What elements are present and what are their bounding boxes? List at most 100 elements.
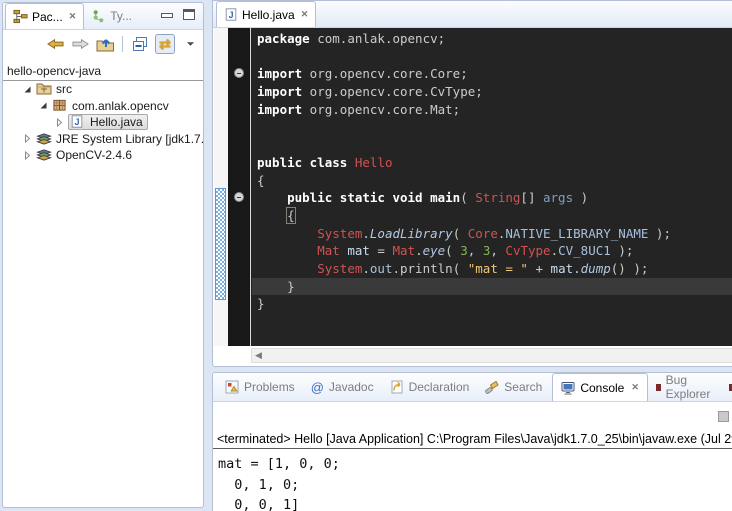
code-token: . xyxy=(362,226,370,241)
code-token: org.opencv.core.CvType; xyxy=(302,84,483,99)
package-explorer-tabbar: Pac... ✕ Ty... xyxy=(3,3,203,30)
tab-hello-java[interactable]: J Hello.java ✕ xyxy=(216,1,316,27)
code-line[interactable] xyxy=(252,48,732,66)
editor-tabbar: J Hello.java ✕ xyxy=(213,1,732,28)
code-line[interactable]: public static void main( String[] args ) xyxy=(252,189,732,207)
tree-item-opencv-2[interactable]: OpenCV-2.4.6 xyxy=(3,147,203,164)
tab-label: Pac... xyxy=(32,10,63,24)
code-line[interactable]: } xyxy=(252,278,732,296)
code-token xyxy=(257,243,317,258)
type-hierarchy-icon xyxy=(91,9,106,24)
fold-collapse-icon[interactable] xyxy=(234,68,244,78)
expand-arrow-icon[interactable] xyxy=(39,101,48,110)
tab-package-explorer[interactable]: Pac... ✕ xyxy=(5,3,84,29)
fold-gutter[interactable] xyxy=(228,28,251,346)
code-token xyxy=(257,261,317,276)
code-line[interactable]: System.out.println( "mat = " + mat.dump(… xyxy=(252,260,732,278)
close-icon[interactable]: ✕ xyxy=(629,382,639,393)
code-token: mat xyxy=(347,243,370,258)
tab-label: Console xyxy=(580,381,624,395)
package-explorer-tree: hello-opencv-java srccom.anlak.opencvJHe… xyxy=(3,58,203,164)
tab-label: Hello.java xyxy=(242,8,295,22)
svg-text:J: J xyxy=(75,117,80,127)
bug-icon xyxy=(656,384,661,391)
code-token: package xyxy=(257,31,310,46)
code-token: { xyxy=(257,173,265,188)
code-lines[interactable]: package com.anlak.opencv; import org.ope… xyxy=(252,28,732,346)
tab-problems[interactable]: Problems xyxy=(217,373,303,401)
code-line[interactable]: import org.opencv.core.CvType; xyxy=(252,83,732,101)
back-arrow-icon[interactable] xyxy=(45,34,65,54)
code-editor[interactable]: package com.anlak.opencv; import org.ope… xyxy=(214,28,732,346)
code-line[interactable]: import org.opencv.core.Mat; xyxy=(252,101,732,119)
tree-item-hello[interactable]: JHello.java xyxy=(3,114,203,131)
close-icon[interactable]: ✕ xyxy=(299,9,309,20)
console-toolbar-button[interactable] xyxy=(718,411,729,422)
tab-label: Problems xyxy=(244,380,295,394)
code-line[interactable] xyxy=(252,118,732,136)
expand-arrow-icon[interactable] xyxy=(23,85,32,94)
collapse-arrow-icon[interactable] xyxy=(55,118,64,127)
tree-item-src[interactable]: src xyxy=(3,81,203,98)
tree-item-com[interactable]: com.anlak.opencv xyxy=(3,98,203,115)
minimize-icon[interactable] xyxy=(161,13,173,18)
code-line[interactable]: { xyxy=(252,207,732,225)
collapse-all-icon[interactable] xyxy=(130,34,150,54)
annotation-ruler[interactable] xyxy=(214,28,228,346)
tab-bug-explorer[interactable]: Bug Explorer xyxy=(648,373,721,401)
collapse-arrow-icon[interactable] xyxy=(23,151,32,160)
editor-area: J Hello.java ✕ package com.anlak.opencv;… xyxy=(212,0,732,367)
tab-console[interactable]: Console ✕ xyxy=(552,373,648,401)
collapse-arrow-icon[interactable] xyxy=(23,134,32,143)
console-output-line: 0, 1, 0; xyxy=(218,475,732,496)
code-line[interactable] xyxy=(252,136,732,154)
code-token: Mat xyxy=(392,243,415,258)
close-icon[interactable]: ✕ xyxy=(67,11,77,22)
problems-icon xyxy=(225,380,239,394)
scroll-left-icon[interactable]: ◀ xyxy=(252,350,262,361)
code-token: . xyxy=(551,243,559,258)
code-token: CV_8UC1 xyxy=(558,243,611,258)
code-token: com.anlak.opencv; xyxy=(310,31,445,46)
tab-type-hierarchy[interactable]: Ty... xyxy=(84,3,139,29)
code-line[interactable]: { xyxy=(252,172,732,190)
code-token: import xyxy=(257,84,302,99)
maximize-icon[interactable] xyxy=(183,9,195,20)
code-token: args xyxy=(543,190,573,205)
link-with-editor-icon[interactable]: ⇄ xyxy=(155,34,175,54)
fold-collapse-icon[interactable] xyxy=(234,192,244,202)
code-line[interactable]: package com.anlak.opencv; xyxy=(252,30,732,48)
forward-arrow-icon[interactable] xyxy=(70,34,90,54)
package-icon xyxy=(52,98,68,114)
tree-item-label: com.anlak.opencv xyxy=(72,99,169,113)
code-line[interactable]: System.LoadLibrary( Core.NATIVE_LIBRARY_… xyxy=(252,225,732,243)
console-output[interactable]: mat = [1, 0, 0; 0, 1, 0; 0, 0, 1] xyxy=(213,450,732,511)
code-line[interactable]: public class Hello xyxy=(252,154,732,172)
view-menu-icon[interactable] xyxy=(186,41,195,47)
tree-item-jre[interactable]: JRE System Library [jdk1.7.0 xyxy=(3,131,203,148)
code-token: ( xyxy=(460,190,475,205)
code-token: , xyxy=(490,243,505,258)
code-token: NATIVE_LIBRARY_NAME xyxy=(505,226,648,241)
code-line[interactable]: import org.opencv.core.Core; xyxy=(252,65,732,83)
code-token: } xyxy=(257,279,295,294)
package-explorer-view: Pac... ✕ Ty... ⇄ xyxy=(2,2,204,508)
code-token: , xyxy=(468,243,483,258)
range-indicator xyxy=(215,188,226,300)
go-into-icon[interactable] xyxy=(95,34,115,54)
tab-bug[interactable]: Bug xyxy=(721,373,732,401)
code-line[interactable]: Mat mat = Mat.eye( 3, 3, CvType.CV_8UC1 … xyxy=(252,242,732,260)
tab-javadoc[interactable]: @ Javadoc xyxy=(303,373,382,401)
tree-item-label: src xyxy=(56,82,72,96)
code-token: . xyxy=(362,261,370,276)
bug-icon xyxy=(729,384,732,391)
tab-declaration[interactable]: Declaration xyxy=(382,373,478,401)
code-token: () ); xyxy=(611,261,649,276)
tab-search[interactable]: Search xyxy=(477,373,550,401)
tree-item-project[interactable]: hello-opencv-java xyxy=(3,62,203,81)
code-token: .println( xyxy=(392,261,467,276)
code-line[interactable]: } xyxy=(252,295,732,313)
horizontal-scrollbar[interactable]: ◀ xyxy=(251,348,732,363)
tree-item-label: OpenCV-2.4.6 xyxy=(56,148,132,162)
tab-label: Search xyxy=(504,380,542,394)
